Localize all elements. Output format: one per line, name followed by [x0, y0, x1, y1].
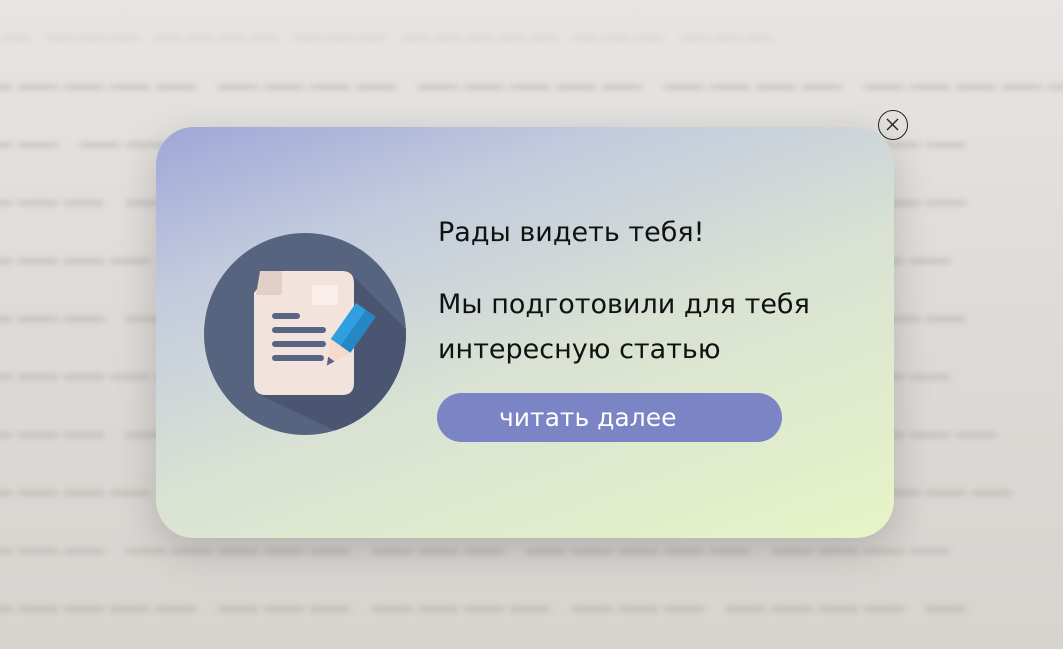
close-x-icon [886, 118, 899, 131]
popup-greeting: Рады видеть тебя! [438, 217, 705, 248]
close-button[interactable] [878, 110, 908, 140]
article-popup: Рады видеть тебя! Мы подготовили для теб… [156, 127, 894, 538]
popup-message: Мы подготовили для тебя интересную стать… [438, 289, 810, 365]
read-more-button[interactable]: читать далее [437, 393, 782, 442]
document-pencil-icon [204, 233, 406, 435]
